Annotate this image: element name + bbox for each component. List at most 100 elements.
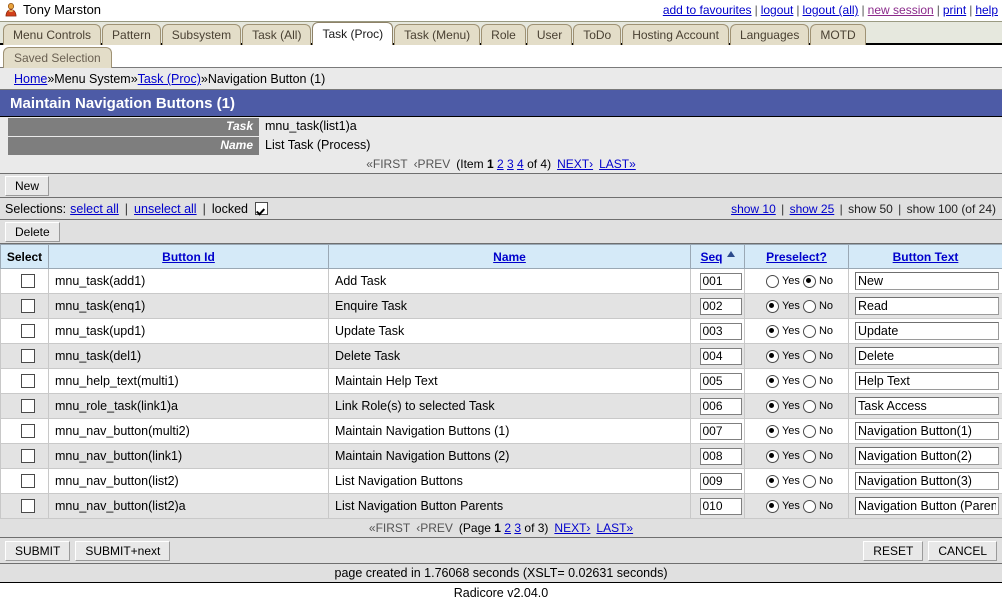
preselect-no-radio[interactable]: [803, 300, 816, 313]
row-select-checkbox[interactable]: [21, 349, 35, 363]
preselect-no-radio[interactable]: [803, 475, 816, 488]
row-select-checkbox[interactable]: [21, 499, 35, 513]
seq-input[interactable]: [700, 423, 742, 440]
seq-input[interactable]: [700, 473, 742, 490]
tab-languages[interactable]: Languages: [730, 24, 809, 45]
button-text-input[interactable]: [855, 497, 999, 515]
reset-button[interactable]: RESET: [863, 541, 923, 561]
link-new-session[interactable]: new session: [868, 3, 934, 17]
preselect-no-radio[interactable]: [803, 275, 816, 288]
seq-input[interactable]: [700, 398, 742, 415]
column-header-button-text[interactable]: Button Text: [849, 245, 1002, 269]
tab-menu-controls[interactable]: Menu Controls: [3, 24, 101, 45]
page-pager-page-3[interactable]: 3: [514, 521, 521, 535]
item-pager-page-2[interactable]: 2: [497, 157, 504, 171]
tab-user[interactable]: User: [527, 24, 572, 45]
item-pager-next[interactable]: NEXT›: [557, 157, 593, 171]
breadcrumb-home[interactable]: Home: [14, 72, 47, 86]
column-header-preselect[interactable]: Preselect?: [745, 245, 849, 269]
preselect-no-radio[interactable]: [803, 375, 816, 388]
tab-task-menu[interactable]: Task (Menu): [394, 24, 480, 45]
preselect-no-radio[interactable]: [803, 325, 816, 338]
preselect-yes-radio[interactable]: [766, 325, 779, 338]
preselect-no-radio[interactable]: [803, 350, 816, 363]
select-all-link[interactable]: select all: [70, 202, 119, 216]
button-text-input[interactable]: [855, 397, 999, 415]
submit-next-button[interactable]: SUBMIT+next: [75, 541, 170, 561]
button-text-input[interactable]: [855, 297, 999, 315]
button-text-input[interactable]: [855, 472, 999, 490]
tab-motd[interactable]: MOTD: [810, 24, 865, 45]
column-header-button-id[interactable]: Button Id: [49, 245, 329, 269]
row-select-checkbox[interactable]: [21, 374, 35, 388]
tab-subsystem[interactable]: Subsystem: [162, 24, 241, 45]
seq-input[interactable]: [700, 448, 742, 465]
column-label-name[interactable]: Name: [493, 250, 526, 264]
link-help[interactable]: help: [975, 3, 998, 17]
link-print[interactable]: print: [943, 3, 966, 17]
column-header-name[interactable]: Name: [329, 245, 691, 269]
seq-input[interactable]: [700, 273, 742, 290]
preselect-no-radio[interactable]: [803, 450, 816, 463]
subtab-saved-selection[interactable]: Saved Selection: [3, 47, 112, 68]
seq-input[interactable]: [700, 348, 742, 365]
seq-input[interactable]: [700, 373, 742, 390]
preselect-yes-radio[interactable]: [766, 425, 779, 438]
tab-task-all[interactable]: Task (All): [242, 24, 311, 45]
button-text-input[interactable]: [855, 422, 999, 440]
row-select-checkbox[interactable]: [21, 474, 35, 488]
preselect-no-radio[interactable]: [803, 400, 816, 413]
preselect-yes-radio[interactable]: [766, 350, 779, 363]
item-pager-page-3[interactable]: 3: [507, 157, 514, 171]
new-button[interactable]: New: [5, 176, 49, 196]
column-label-button-id[interactable]: Button Id: [162, 250, 215, 264]
seq-input[interactable]: [700, 298, 742, 315]
tab-task-proc[interactable]: Task (Proc): [312, 22, 393, 45]
item-pager-page-4[interactable]: 4: [517, 157, 524, 171]
column-label-preselect[interactable]: Preselect?: [766, 250, 827, 264]
row-select-checkbox[interactable]: [21, 274, 35, 288]
row-select-checkbox[interactable]: [21, 399, 35, 413]
preselect-yes-radio[interactable]: [766, 300, 779, 313]
preselect-yes-radio[interactable]: [766, 450, 779, 463]
link-logout[interactable]: logout: [761, 3, 794, 17]
breadcrumb-task-proc[interactable]: Task (Proc): [138, 72, 201, 86]
button-text-input[interactable]: [855, 372, 999, 390]
preselect-no-radio[interactable]: [803, 425, 816, 438]
link-add-to-favourites[interactable]: add to favourites: [663, 3, 752, 17]
cancel-button[interactable]: CANCEL: [928, 541, 997, 561]
item-pager-last[interactable]: LAST»: [599, 157, 636, 171]
tab-todo[interactable]: ToDo: [573, 24, 621, 45]
page-pager-page-2[interactable]: 2: [504, 521, 511, 535]
delete-button[interactable]: Delete: [5, 222, 60, 242]
preselect-no-radio[interactable]: [803, 500, 816, 513]
preselect-yes-radio[interactable]: [766, 500, 779, 513]
preselect-yes-radio[interactable]: [766, 400, 779, 413]
unselect-all-link[interactable]: unselect all: [134, 202, 197, 216]
seq-input[interactable]: [700, 323, 742, 340]
button-text-input[interactable]: [855, 272, 999, 290]
button-text-input[interactable]: [855, 447, 999, 465]
show-25-link[interactable]: show 25: [790, 202, 835, 216]
row-select-checkbox[interactable]: [21, 324, 35, 338]
link-logout-all[interactable]: logout (all): [803, 3, 859, 17]
row-select-checkbox[interactable]: [21, 299, 35, 313]
button-text-input[interactable]: [855, 347, 999, 365]
column-header-seq[interactable]: Seq: [691, 245, 745, 269]
locked-checkbox[interactable]: [255, 202, 268, 215]
show-10-link[interactable]: show 10: [731, 202, 776, 216]
page-pager-next[interactable]: NEXT›: [554, 521, 590, 535]
seq-input[interactable]: [700, 498, 742, 515]
preselect-yes-radio[interactable]: [766, 275, 779, 288]
row-select-checkbox[interactable]: [21, 424, 35, 438]
tab-pattern[interactable]: Pattern: [102, 24, 161, 45]
submit-button[interactable]: SUBMIT: [5, 541, 70, 561]
tab-hosting-account[interactable]: Hosting Account: [622, 24, 729, 45]
tab-role[interactable]: Role: [481, 24, 526, 45]
preselect-yes-radio[interactable]: [766, 375, 779, 388]
button-text-input[interactable]: [855, 322, 999, 340]
column-label-button-text[interactable]: Button Text: [893, 250, 959, 264]
preselect-yes-radio[interactable]: [766, 475, 779, 488]
column-label-seq[interactable]: Seq: [700, 250, 722, 264]
page-pager-last[interactable]: LAST»: [596, 521, 633, 535]
